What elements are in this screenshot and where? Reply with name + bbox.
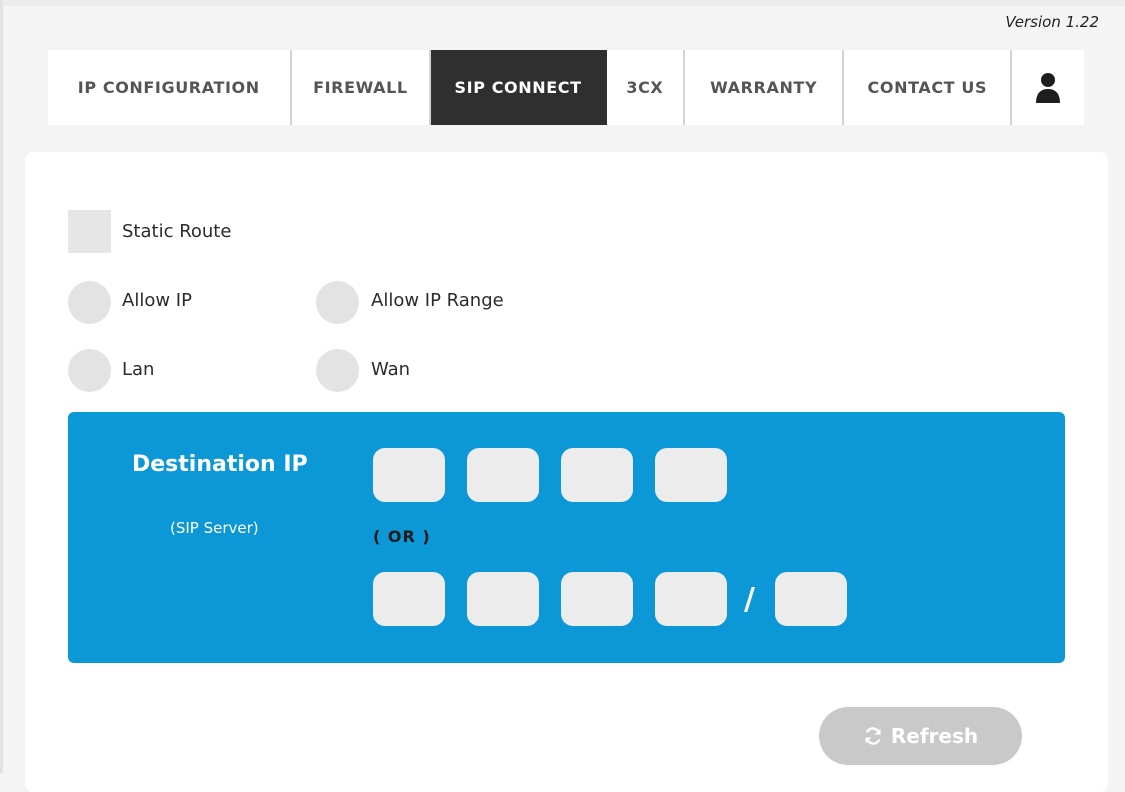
- tab-contact-us[interactable]: CONTACT US: [844, 50, 1013, 125]
- range-octet-4-input[interactable]: [655, 572, 727, 626]
- lan-radio[interactable]: [68, 349, 111, 392]
- range-octet-2-input[interactable]: [467, 572, 539, 626]
- wan-radio[interactable]: [316, 349, 359, 392]
- range-octet-1-input[interactable]: [373, 572, 445, 626]
- top-nav: IP CONFIGURATION FIREWALL SIP CONNECT 3C…: [48, 50, 1084, 125]
- ip-octet-1-input[interactable]: [373, 448, 445, 502]
- cidr-prefix-input[interactable]: [775, 572, 847, 626]
- refresh-button[interactable]: Refresh: [819, 707, 1022, 765]
- wan-label: Wan: [371, 359, 411, 380]
- version-label: Version 1.22: [1005, 13, 1099, 31]
- left-edge: [0, 0, 3, 773]
- allow-ip-range-radio[interactable]: [316, 281, 359, 324]
- allow-ip-range-label: Allow IP Range: [371, 290, 504, 311]
- static-route-checkbox[interactable]: [68, 210, 111, 253]
- lan-label: Lan: [122, 359, 155, 380]
- refresh-icon: [865, 727, 881, 745]
- tab-sip-connect[interactable]: SIP CONNECT: [431, 50, 607, 125]
- or-separator: ( OR ): [373, 527, 431, 546]
- ip-octet-4-input[interactable]: [655, 448, 727, 502]
- ip-octet-3-input[interactable]: [561, 448, 633, 502]
- range-octet-3-input[interactable]: [561, 572, 633, 626]
- tab-3cx[interactable]: 3CX: [607, 50, 685, 125]
- top-edge: [0, 0, 1125, 6]
- user-account-button[interactable]: [1012, 50, 1084, 125]
- ip-octet-2-input[interactable]: [467, 448, 539, 502]
- tab-firewall[interactable]: FIREWALL: [292, 50, 432, 125]
- allow-ip-label: Allow IP: [122, 290, 192, 311]
- refresh-label: Refresh: [890, 724, 979, 748]
- destination-ip-subtitle: (SIP Server): [170, 519, 259, 537]
- user-icon: [1036, 72, 1061, 103]
- static-route-label: Static Route: [122, 221, 232, 242]
- destination-ip-title: Destination IP: [132, 452, 308, 477]
- tab-ip-configuration[interactable]: IP CONFIGURATION: [48, 50, 292, 125]
- cidr-slash: /: [744, 582, 755, 617]
- allow-ip-radio[interactable]: [68, 281, 111, 324]
- tab-warranty[interactable]: WARRANTY: [685, 50, 845, 125]
